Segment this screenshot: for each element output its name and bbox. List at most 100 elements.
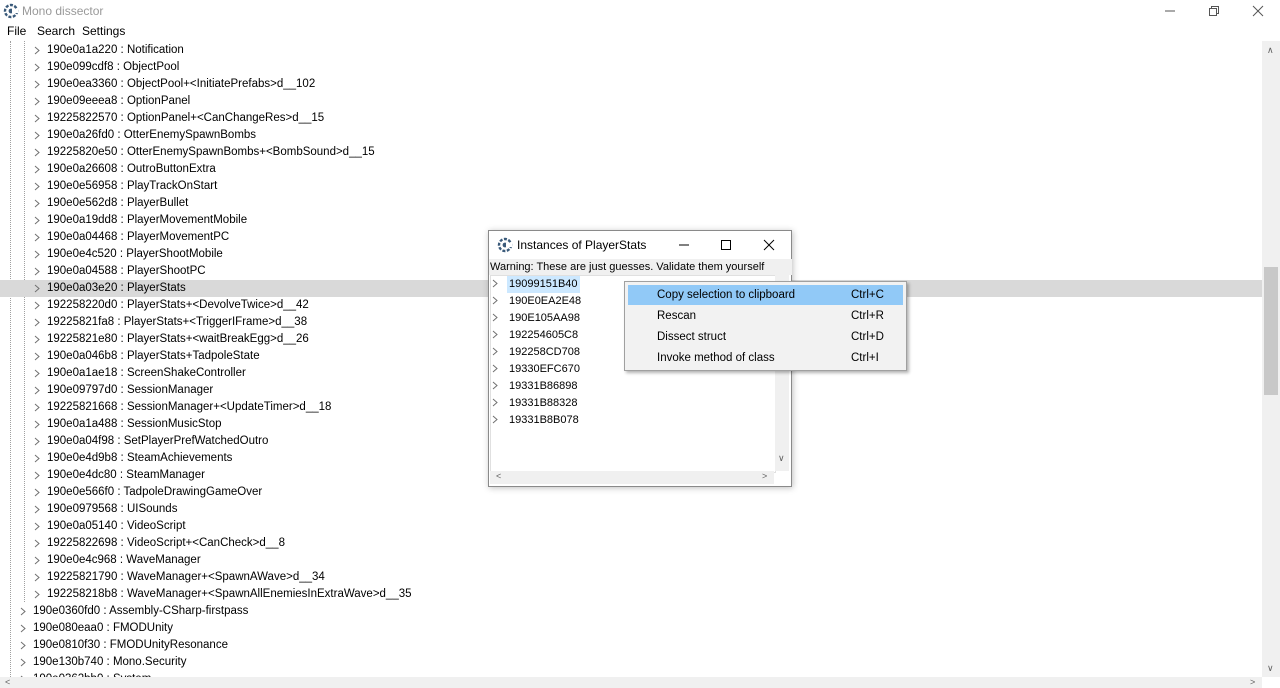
tree-row-label: 190e0a04588 : PlayerShootPC bbox=[47, 265, 206, 277]
expand-chevron-icon[interactable] bbox=[33, 437, 41, 446]
tree-vertical-scrollbar[interactable]: ∧ ∨ bbox=[1262, 41, 1280, 677]
context-menu-item[interactable]: Dissect struct Ctrl+D bbox=[628, 327, 903, 347]
context-menu-item[interactable]: Rescan Ctrl+R bbox=[628, 306, 903, 326]
expand-chevron-icon[interactable] bbox=[33, 97, 41, 106]
dialog-horizontal-scrollbar[interactable]: < > bbox=[490, 471, 774, 484]
expand-chevron-icon[interactable] bbox=[33, 335, 41, 344]
expand-chevron-icon[interactable] bbox=[33, 522, 41, 531]
expand-chevron-icon[interactable] bbox=[33, 318, 41, 327]
scroll-down-icon[interactable]: ∨ bbox=[778, 453, 785, 464]
expand-chevron-icon[interactable] bbox=[33, 80, 41, 89]
scroll-left-icon[interactable]: < bbox=[496, 471, 501, 481]
expand-chevron-icon[interactable] bbox=[33, 539, 41, 548]
tree-row[interactable]: 190e0a26608 : OutroButtonExtra bbox=[0, 161, 1262, 178]
expand-chevron-icon[interactable] bbox=[33, 131, 41, 140]
expand-chevron-icon[interactable] bbox=[19, 641, 27, 650]
dialog-minimize-icon[interactable] bbox=[678, 239, 690, 251]
expand-chevron-icon[interactable] bbox=[19, 607, 27, 616]
expand-chevron-icon[interactable] bbox=[491, 347, 499, 356]
tree-row[interactable]: 190e0360fd0 : Assembly-CSharp-firstpass bbox=[0, 603, 1262, 620]
expand-chevron-icon[interactable] bbox=[33, 454, 41, 463]
tree-row[interactable]: 190e0a19dd8 : PlayerMovementMobile bbox=[0, 212, 1262, 229]
instance-item[interactable]: 19331B86898 bbox=[491, 378, 771, 395]
tree-row[interactable]: 190e0a05140 : VideoScript bbox=[0, 518, 1262, 535]
expand-chevron-icon[interactable] bbox=[33, 63, 41, 72]
restore-button[interactable] bbox=[1192, 0, 1236, 22]
expand-chevron-icon[interactable] bbox=[33, 216, 41, 225]
expand-chevron-icon[interactable] bbox=[33, 573, 41, 582]
tree-horizontal-scrollbar[interactable]: < > bbox=[0, 677, 1262, 688]
dialog-close-icon[interactable] bbox=[763, 239, 775, 251]
expand-chevron-icon[interactable] bbox=[33, 352, 41, 361]
scrollbar-thumb[interactable] bbox=[1264, 267, 1278, 395]
scroll-left-icon[interactable]: < bbox=[5, 677, 10, 687]
tree-row[interactable]: 190e0a1a220 : Notification bbox=[0, 42, 1262, 59]
expand-chevron-icon[interactable] bbox=[33, 284, 41, 293]
dialog-title-bar[interactable]: Instances of PlayerStats bbox=[489, 231, 791, 259]
expand-chevron-icon[interactable] bbox=[33, 590, 41, 599]
scroll-right-icon[interactable]: > bbox=[1250, 677, 1255, 687]
tree-row[interactable]: 19225821790 : WaveManager+<SpawnAWave>d_… bbox=[0, 569, 1262, 586]
tree-row[interactable]: 19225822570 : OptionPanel+<CanChangeRes>… bbox=[0, 110, 1262, 127]
tree-row[interactable]: 19225822698 : VideoScript+<CanCheck>d__8 bbox=[0, 535, 1262, 552]
tree-row[interactable]: 190e130b740 : Mono.Security bbox=[0, 654, 1262, 671]
expand-chevron-icon[interactable] bbox=[33, 148, 41, 157]
expand-chevron-icon[interactable] bbox=[33, 46, 41, 55]
expand-chevron-icon[interactable] bbox=[491, 364, 499, 373]
menu-bar: File Search Settings bbox=[0, 22, 1280, 40]
expand-chevron-icon[interactable] bbox=[33, 182, 41, 191]
expand-chevron-icon[interactable] bbox=[491, 381, 499, 390]
tree-row-label: 190e0a19dd8 : PlayerMovementMobile bbox=[47, 214, 248, 226]
expand-chevron-icon[interactable] bbox=[33, 114, 41, 123]
tree-row[interactable]: 190e0e4c968 : WaveManager bbox=[0, 552, 1262, 569]
tree-row[interactable]: 190e0ea3360 : ObjectPool+<InitiatePrefab… bbox=[0, 76, 1262, 93]
expand-chevron-icon[interactable] bbox=[33, 403, 41, 412]
expand-chevron-icon[interactable] bbox=[491, 279, 499, 288]
context-menu-item[interactable]: Copy selection to clipboard Ctrl+C bbox=[628, 285, 903, 305]
tree-row[interactable]: 190e0979568 : UISounds bbox=[0, 501, 1262, 518]
tree-row[interactable]: 190e0e562d8 : PlayerBullet bbox=[0, 195, 1262, 212]
scroll-down-icon[interactable]: ∨ bbox=[1267, 663, 1274, 674]
menu-settings[interactable]: Settings bbox=[82, 24, 125, 38]
tree-row[interactable]: 190e0a26fd0 : OtterEnemySpawnBombs bbox=[0, 127, 1262, 144]
dialog-maximize-icon[interactable] bbox=[720, 239, 732, 251]
expand-chevron-icon[interactable] bbox=[33, 165, 41, 174]
menu-search[interactable]: Search bbox=[37, 24, 75, 38]
expand-chevron-icon[interactable] bbox=[491, 296, 499, 305]
expand-chevron-icon[interactable] bbox=[33, 369, 41, 378]
expand-chevron-icon[interactable] bbox=[491, 330, 499, 339]
expand-chevron-icon[interactable] bbox=[33, 505, 41, 514]
scroll-up-icon[interactable]: ∧ bbox=[1267, 45, 1274, 56]
expand-chevron-icon[interactable] bbox=[33, 233, 41, 242]
expand-chevron-icon[interactable] bbox=[33, 267, 41, 276]
expand-chevron-icon[interactable] bbox=[19, 658, 27, 667]
expand-chevron-icon[interactable] bbox=[491, 313, 499, 322]
expand-chevron-icon[interactable] bbox=[19, 624, 27, 633]
expand-chevron-icon[interactable] bbox=[33, 199, 41, 208]
expand-chevron-icon[interactable] bbox=[33, 556, 41, 565]
tree-row[interactable]: 192258218b8 : WaveManager+<SpawnAllEnemi… bbox=[0, 586, 1262, 603]
scroll-right-icon[interactable]: > bbox=[762, 471, 767, 481]
close-button[interactable] bbox=[1236, 0, 1280, 22]
instance-item[interactable]: 19331B8B078 bbox=[491, 412, 771, 429]
tree-row-label: 19225821fa8 : PlayerStats+<TriggerIFrame… bbox=[47, 316, 308, 328]
expand-chevron-icon[interactable] bbox=[33, 471, 41, 480]
minimize-button[interactable] bbox=[1148, 0, 1192, 22]
expand-chevron-icon[interactable] bbox=[33, 420, 41, 429]
tree-row[interactable]: 190e0810f30 : FMODUnityResonance bbox=[0, 637, 1262, 654]
tree-row[interactable]: 190e09eeea8 : OptionPanel bbox=[0, 93, 1262, 110]
expand-chevron-icon[interactable] bbox=[33, 488, 41, 497]
tree-row-label: 19225822698 : VideoScript+<CanCheck>d__8 bbox=[47, 537, 285, 549]
tree-row[interactable]: 190e099cdf8 : ObjectPool bbox=[0, 59, 1262, 76]
expand-chevron-icon[interactable] bbox=[33, 386, 41, 395]
tree-row[interactable]: 190e0e56958 : PlayTrackOnStart bbox=[0, 178, 1262, 195]
menu-file[interactable]: File bbox=[7, 24, 26, 38]
instance-item[interactable]: 19331B88328 bbox=[491, 395, 771, 412]
expand-chevron-icon[interactable] bbox=[491, 415, 499, 424]
tree-row[interactable]: 19225820e50 : OtterEnemySpawnBombs+<Bomb… bbox=[0, 144, 1262, 161]
expand-chevron-icon[interactable] bbox=[33, 301, 41, 310]
context-menu-item[interactable]: Invoke method of class Ctrl+I bbox=[628, 348, 903, 368]
expand-chevron-icon[interactable] bbox=[33, 250, 41, 259]
tree-row[interactable]: 190e080eaa0 : FMODUnity bbox=[0, 620, 1262, 637]
expand-chevron-icon[interactable] bbox=[491, 398, 499, 407]
